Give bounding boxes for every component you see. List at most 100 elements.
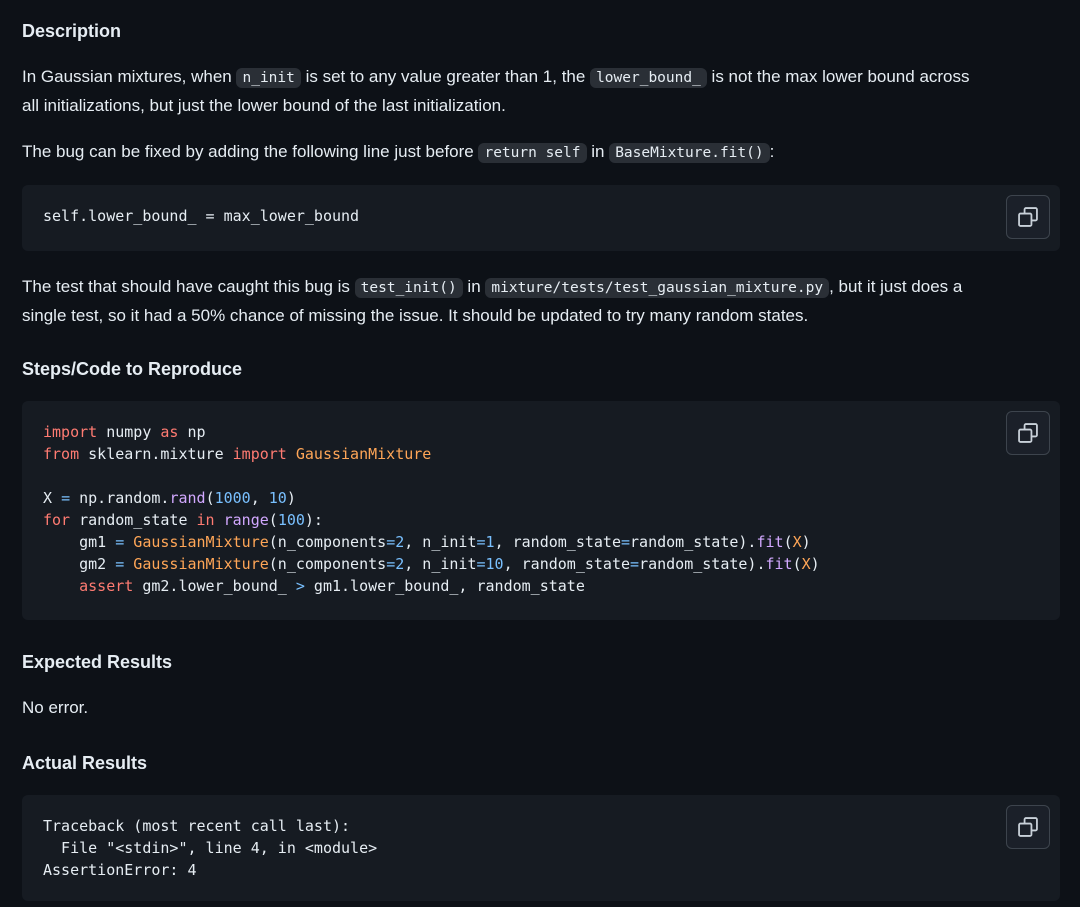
code-token: np bbox=[178, 423, 206, 441]
code-token: random_state). bbox=[639, 555, 766, 573]
code-token: (n_components bbox=[268, 533, 387, 551]
text: The test that should have caught this bu… bbox=[22, 277, 355, 296]
code-token: gm2 bbox=[43, 555, 116, 573]
code-block-traceback: Traceback (most recent call last): File … bbox=[22, 795, 1060, 901]
code-token: from bbox=[43, 445, 80, 463]
code-token: np.random. bbox=[70, 489, 170, 507]
actual-heading: Actual Results bbox=[22, 753, 148, 773]
text: : bbox=[769, 142, 775, 161]
code-token: ( bbox=[792, 555, 802, 573]
inline-code: n_init bbox=[236, 68, 301, 88]
code-token: , random_state bbox=[503, 555, 631, 573]
code-line: AssertionError: 4 bbox=[43, 861, 197, 879]
code-token: import bbox=[43, 423, 98, 441]
code-token: X bbox=[801, 555, 811, 573]
code-token: in bbox=[196, 511, 215, 529]
code-block-reproduce: import numpy as np from sklearn.mixture … bbox=[22, 401, 1060, 620]
code-token: = bbox=[476, 555, 486, 573]
code-token: = bbox=[630, 555, 640, 573]
code-token: random_state bbox=[70, 511, 197, 529]
code-token: 2 bbox=[395, 555, 405, 573]
code-token: for bbox=[43, 511, 71, 529]
code-token: = bbox=[476, 533, 486, 551]
code-token: , bbox=[250, 489, 269, 507]
text: single test, so it had a 50% chance of m… bbox=[22, 306, 809, 325]
description-paragraph: In Gaussian mixtures, when n_init is set… bbox=[22, 63, 1060, 119]
copy-icon bbox=[1018, 817, 1038, 837]
code-token: = bbox=[621, 533, 631, 551]
code-token: rand bbox=[169, 489, 206, 507]
code-token: X bbox=[792, 533, 802, 551]
code-token: 10 bbox=[485, 555, 504, 573]
text: all initializations, but just the lower … bbox=[22, 96, 506, 115]
expected-text: No error. bbox=[22, 698, 89, 717]
test-paragraph: The test that should have caught this bu… bbox=[22, 273, 1060, 329]
steps-heading: Steps/Code to Reproduce bbox=[22, 359, 243, 379]
expected-heading: Expected Results bbox=[22, 652, 173, 672]
code-token: assert bbox=[79, 577, 134, 595]
code-token: gm1 bbox=[43, 533, 116, 551]
code-token: as bbox=[160, 423, 179, 441]
code-token: 100 bbox=[277, 511, 305, 529]
copy-icon bbox=[1018, 207, 1038, 227]
code-block-fix: self.lower_bound_ = max_lower_bound bbox=[22, 185, 1060, 251]
code-token: sklearn.mixture bbox=[79, 445, 233, 463]
code-token: ) bbox=[801, 533, 811, 551]
code-token: gm2.lower_bound_ bbox=[133, 577, 296, 595]
text: , but it just does a bbox=[829, 277, 963, 296]
code-token: ): bbox=[304, 511, 323, 529]
code-token: = bbox=[115, 533, 125, 551]
code-token: , n_init bbox=[404, 555, 477, 573]
code-token: fit bbox=[765, 555, 793, 573]
fix-paragraph: The bug can be fixed by adding the follo… bbox=[22, 138, 1060, 167]
code-token: = bbox=[386, 555, 396, 573]
text: In Gaussian mixtures, when bbox=[22, 67, 237, 86]
code-line: Traceback (most recent call last): bbox=[43, 817, 351, 835]
code-lines: import numpy as np from sklearn.mixture … bbox=[43, 421, 820, 597]
code-token: ( bbox=[205, 489, 215, 507]
code-token: gm1.lower_bound_, random_state bbox=[304, 577, 585, 595]
inline-code: return self bbox=[478, 143, 587, 163]
copy-button[interactable] bbox=[1006, 411, 1050, 455]
code-token: GaussianMixture bbox=[286, 445, 432, 463]
code-token: , n_init bbox=[404, 533, 477, 551]
code-token: > bbox=[295, 577, 305, 595]
inline-code: test_init() bbox=[354, 278, 463, 298]
code-token: ) bbox=[286, 489, 296, 507]
code-token: 10 bbox=[268, 489, 287, 507]
code-line: self.lower_bound_ = max_lower_bound bbox=[43, 207, 360, 225]
inline-code: lower_bound_ bbox=[590, 68, 707, 88]
inline-code: BaseMixture.fit() bbox=[609, 143, 770, 163]
text: The bug can be fixed by adding the follo… bbox=[22, 142, 479, 161]
code-token: = bbox=[61, 489, 71, 507]
code-token: ( bbox=[268, 511, 278, 529]
text: in bbox=[586, 142, 610, 161]
text: is not the max lower bound across bbox=[706, 67, 970, 86]
code-token: import bbox=[232, 445, 287, 463]
code-token: (n_components bbox=[268, 555, 387, 573]
inline-code: mixture/tests/test_gaussian_mixture.py bbox=[485, 278, 830, 298]
code-token: GaussianMixture bbox=[124, 533, 269, 551]
code-token: 1000 bbox=[214, 489, 251, 507]
copy-button[interactable] bbox=[1006, 805, 1050, 849]
code-token: fit bbox=[756, 533, 784, 551]
traceback-lines: Traceback (most recent call last): File … bbox=[43, 815, 377, 881]
text: is set to any value greater than 1, the bbox=[300, 67, 591, 86]
code-token: range bbox=[223, 511, 269, 529]
copy-icon bbox=[1018, 423, 1038, 443]
code-line: File "<stdin>", line 4, in <module> bbox=[43, 839, 378, 857]
code-token: = bbox=[386, 533, 396, 551]
code-token: = bbox=[115, 555, 125, 573]
code-token: ) bbox=[810, 555, 820, 573]
code-token: GaussianMixture bbox=[124, 555, 269, 573]
code-token: numpy bbox=[97, 423, 161, 441]
description-heading: Description bbox=[22, 21, 122, 41]
code-token: 1 bbox=[485, 533, 495, 551]
code-token: 2 bbox=[395, 533, 405, 551]
copy-button[interactable] bbox=[1006, 195, 1050, 239]
code-token: random_state). bbox=[630, 533, 757, 551]
code-token: , random_state bbox=[494, 533, 621, 551]
code-token: ( bbox=[783, 533, 793, 551]
